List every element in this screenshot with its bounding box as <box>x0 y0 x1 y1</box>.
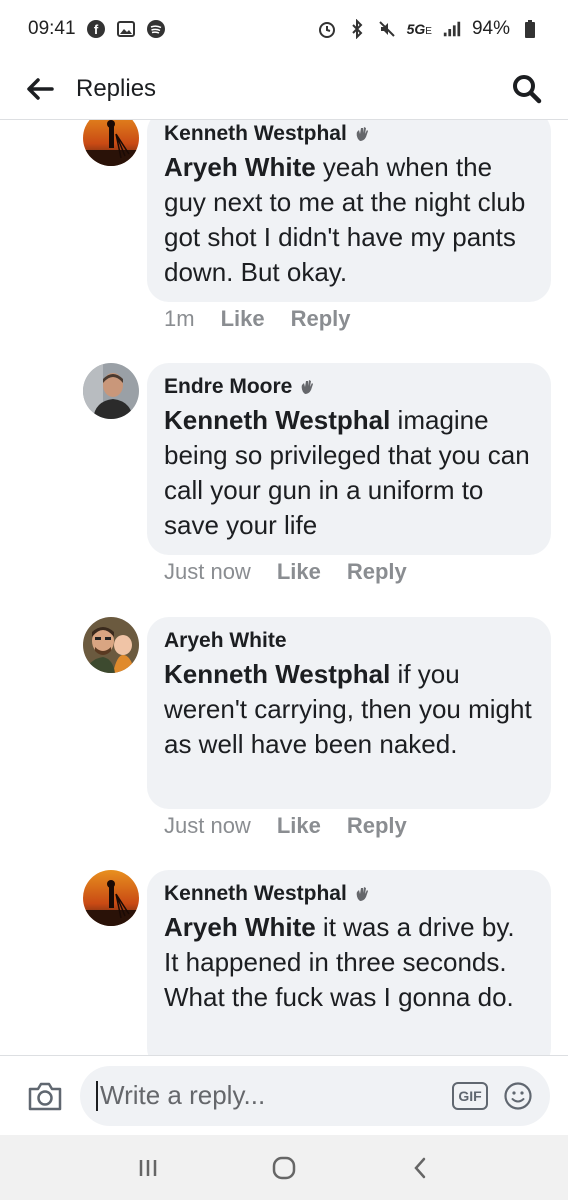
like-button[interactable]: Like <box>277 559 321 585</box>
comment-author[interactable]: Endre Moore <box>164 375 292 399</box>
man-portrait-avatar <box>83 363 139 419</box>
recents-button[interactable] <box>128 1148 168 1188</box>
search-icon <box>513 74 542 103</box>
emoji-button[interactable] <box>502 1080 534 1112</box>
sunset-photographer-avatar <box>83 120 139 166</box>
comment-author[interactable]: Kenneth Westphal <box>164 882 347 906</box>
mute-icon <box>377 19 397 39</box>
camera-button[interactable] <box>26 1077 64 1115</box>
comment-author[interactable]: Aryeh White <box>164 629 287 653</box>
battery-percent: 94% <box>471 18 510 39</box>
page-title: Replies <box>76 74 157 102</box>
reply-button[interactable]: Reply <box>291 306 351 332</box>
avatar[interactable] <box>83 617 139 673</box>
spotify-notification-icon <box>146 19 166 39</box>
status-time: 09:41 <box>28 18 76 39</box>
recents-icon <box>139 1159 157 1176</box>
wave-badge-icon <box>356 127 368 141</box>
comment-text: Aryeh White it was a drive by. It happen… <box>164 912 515 1012</box>
reply-button[interactable]: Reply <box>347 813 407 839</box>
svg-text:f: f <box>93 22 98 37</box>
alarm-icon <box>317 19 337 39</box>
like-button[interactable]: Like <box>277 813 321 839</box>
home-button[interactable] <box>264 1148 304 1188</box>
app-bar: Replies <box>0 58 568 120</box>
comment-actions: Just now Like Reply <box>164 559 407 585</box>
reply-field[interactable]: GIF <box>80 1065 550 1126</box>
network-type: 5GE <box>406 21 432 37</box>
comment-time: Just now <box>164 559 251 584</box>
sunset-photographer-avatar <box>83 870 139 926</box>
reply-composer: GIF <box>0 1055 568 1135</box>
mention-link[interactable]: Aryeh White <box>164 912 316 942</box>
comment-actions: Just now Like Reply <box>164 813 407 839</box>
like-button[interactable]: Like <box>221 306 265 332</box>
reply-input[interactable] <box>100 1080 452 1111</box>
wave-badge-icon <box>302 380 314 394</box>
comment-bubble[interactable]: Endre Moore Kenneth Westphal imagine bei… <box>147 363 551 555</box>
chevron-left-icon <box>414 1157 426 1178</box>
comment-text: Kenneth Westphal if you weren't carrying… <box>164 659 532 759</box>
comment-actions: 1m Like Reply <box>164 306 351 332</box>
reply-button[interactable]: Reply <box>347 559 407 585</box>
bluetooth-icon <box>347 19 367 39</box>
comment-text: Aryeh White yeah when the guy next to me… <box>164 152 526 287</box>
wave-badge-icon <box>356 887 368 901</box>
mention-link[interactable]: Aryeh White <box>164 152 316 182</box>
camera-icon <box>28 1082 62 1110</box>
comment-bubble[interactable]: Aryeh White Kenneth Westphal if you were… <box>147 617 551 809</box>
comment-bubble[interactable]: Kenneth Westphal Aryeh White yeah when t… <box>147 120 551 302</box>
signal-icon <box>442 19 462 39</box>
back-arrow-icon <box>27 77 54 100</box>
facebook-notification-icon: f <box>86 19 106 39</box>
back-nav-button[interactable] <box>400 1148 440 1188</box>
status-bar: 09:41 f 5GE 94% <box>0 0 568 58</box>
gallery-notification-icon <box>116 19 136 39</box>
gif-button[interactable]: GIF <box>452 1081 488 1110</box>
home-icon <box>272 1156 296 1179</box>
avatar[interactable] <box>83 120 139 166</box>
comment-time: Just now <box>164 813 251 838</box>
comment-text: Kenneth Westphal imagine being so privil… <box>164 405 530 540</box>
back-button[interactable] <box>24 73 56 105</box>
search-button[interactable] <box>510 72 544 106</box>
mention-link[interactable]: Kenneth Westphal <box>164 405 390 435</box>
avatar[interactable] <box>83 363 139 419</box>
comment-time: 1m <box>164 306 195 331</box>
comment-bubble[interactable]: Kenneth Westphal Aryeh White it was a dr… <box>147 870 551 1055</box>
comment-list[interactable]: Kenneth Westphal Aryeh White yeah when t… <box>0 120 568 1055</box>
mention-link[interactable]: Kenneth Westphal <box>164 659 390 689</box>
avatar[interactable] <box>83 870 139 926</box>
system-nav-bar <box>0 1135 568 1200</box>
battery-icon <box>520 19 540 39</box>
comment-author[interactable]: Kenneth Westphal <box>164 122 347 146</box>
father-child-avatar <box>83 617 139 673</box>
text-cursor <box>96 1080 98 1111</box>
emoji-icon <box>504 1081 532 1110</box>
